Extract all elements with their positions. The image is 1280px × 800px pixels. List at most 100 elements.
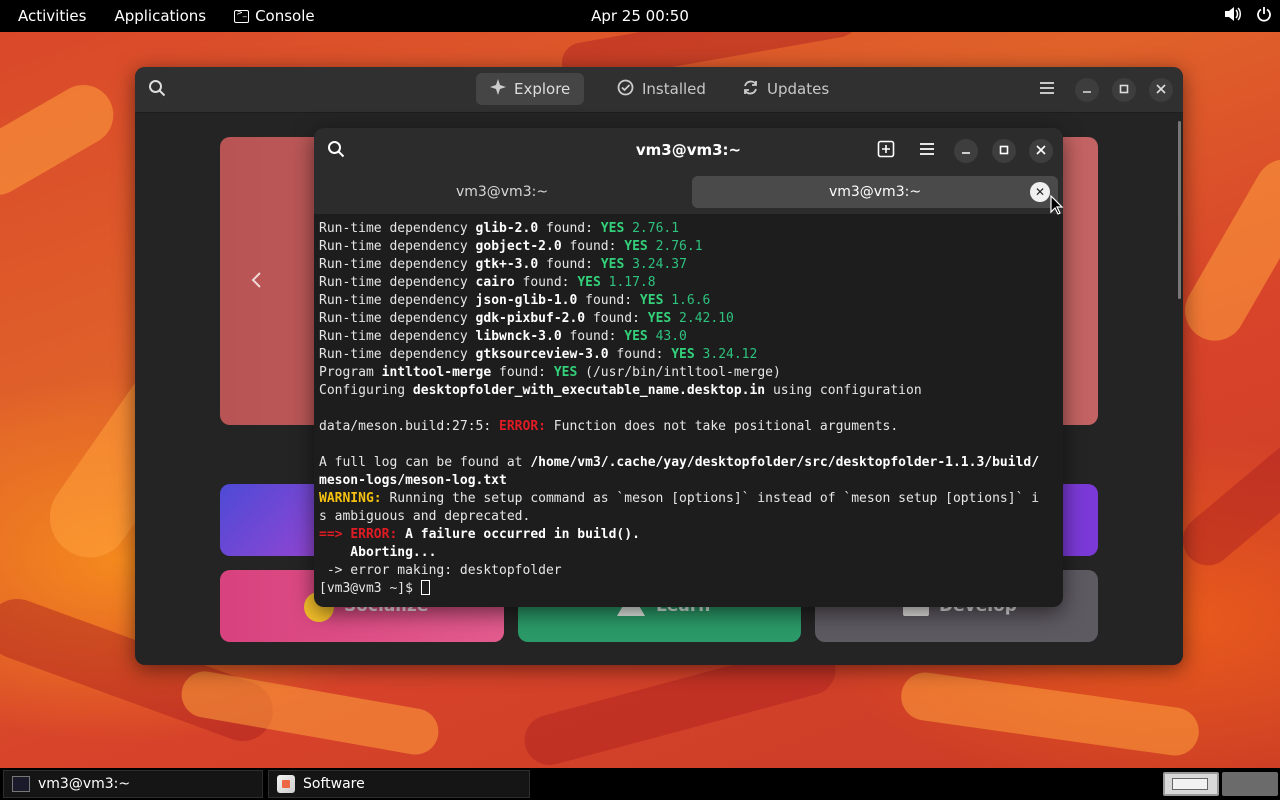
terminal-text-segment: ERROR: [499, 419, 546, 434]
tab-explore[interactable]: Explore [476, 73, 585, 105]
terminal-line: Run-time dependency glib-2.0 found: YES … [319, 220, 1059, 238]
terminal-line: ==> ERROR: A failure occurred in build()… [319, 526, 1059, 544]
terminal-text-segment: 2.76.1 [647, 239, 703, 254]
terminal-text-segment: YES [577, 275, 601, 290]
terminal-text-segment: WARNING: [319, 491, 382, 506]
terminal-line: A full log can be found at /home/vm3/.ca… [319, 454, 1059, 472]
new-tab-icon [877, 140, 895, 162]
terminal-text-segment: cairo [475, 275, 515, 290]
console-app-menu[interactable]: Console [220, 0, 329, 32]
terminal-line: meson-logs/meson-log.txt [319, 472, 1059, 490]
terminal-text-segment: 3.24.12 [694, 347, 758, 362]
terminal-text-segment: found: [491, 365, 554, 380]
terminal-line: -> error making: desktopfolder [319, 562, 1059, 580]
terminal-line: [vm3@vm3 ~]$ [319, 580, 1059, 598]
applications-label: Applications [114, 7, 207, 25]
power-icon[interactable] [1256, 6, 1272, 26]
terminal-maximize-button[interactable] [992, 139, 1016, 163]
terminal-text-segment: YES [600, 221, 625, 236]
terminal-text-segment: found: [538, 221, 601, 236]
console-label: Console [255, 7, 315, 25]
terminal-text-segment: gtk+-3.0 [475, 257, 539, 272]
refresh-icon [742, 79, 759, 100]
close-button[interactable] [1149, 78, 1173, 102]
terminal-text-segment: A failure occurred in build(). [397, 527, 640, 542]
minimize-icon [1082, 83, 1092, 98]
terminal-text-segment: -> error making: desktopfolder [319, 563, 562, 578]
terminal-text-segment: A full log can be found at [319, 455, 531, 470]
taskbar-item-software[interactable]: Software [268, 770, 530, 798]
terminal-text-segment: Run-time dependency [319, 275, 476, 290]
terminal-line: s ambiguous and deprecated. [319, 508, 1059, 526]
terminal-output[interactable]: Run-time dependency glib-2.0 found: YES … [319, 220, 1059, 598]
terminal-text-segment: desktopfolder_with_executable_name.deskt… [412, 383, 766, 398]
terminal-text-segment: Run-time dependency [319, 257, 476, 272]
terminal-title: vm3@vm3:~ [635, 141, 742, 159]
terminal-text-segment: YES [553, 365, 578, 380]
terminal-text-segment: (/usr/bin/intltool-merge) [577, 365, 781, 380]
clock-label[interactable]: Apr 25 00:50 [591, 7, 689, 25]
terminal-icon [12, 776, 30, 792]
workspace-2[interactable] [1222, 772, 1278, 796]
maximize-button[interactable] [1112, 78, 1136, 102]
terminal-line: Configuring desktopfolder_with_executabl… [319, 382, 1059, 400]
tab-close-button[interactable]: ✕ [1030, 182, 1050, 202]
top-bar: Activities Applications Console Apr 25 0… [0, 0, 1280, 32]
tab-updates-label: Updates [767, 80, 830, 98]
terminal-line: WARNING: Running the setup command as `m… [319, 490, 1059, 508]
minimize-button[interactable] [1075, 78, 1099, 102]
tab-installed[interactable]: Installed [603, 73, 720, 105]
tab-updates[interactable]: Updates [728, 73, 843, 105]
volume-icon[interactable] [1224, 6, 1242, 26]
applications-menu[interactable]: Applications [100, 0, 220, 32]
terminal-line: data/meson.build:27:5: ERROR: Function d… [319, 418, 1059, 436]
terminal-text-segment: ==> [319, 527, 351, 542]
bottom-panel: vm3@vm3:~ Software [0, 768, 1280, 800]
tab-explore-label: Explore [514, 80, 571, 98]
terminal-text-segment: found: [561, 329, 625, 344]
terminal-close-button[interactable] [1029, 139, 1053, 163]
terminal-tab-2[interactable]: vm3@vm3:~ ✕ [692, 176, 1058, 208]
search-button[interactable] [145, 78, 169, 102]
close-icon: ✕ [1034, 185, 1046, 199]
terminal-text-segment: found: [585, 311, 648, 326]
terminal-line: Run-time dependency gobject-2.0 found: Y… [319, 238, 1059, 256]
terminal-text-segment: YES [624, 329, 648, 344]
terminal-line: Run-time dependency libwnck-3.0 found: Y… [319, 328, 1059, 346]
terminal-text-segment: 1.6.6 [663, 293, 711, 308]
new-tab-button[interactable] [874, 139, 898, 163]
hamburger-menu-icon [919, 142, 935, 160]
terminal-text-segment: 3.24.37 [624, 257, 687, 272]
terminal-text-segment: Run-time dependency [319, 329, 476, 344]
terminal-line: Run-time dependency gdk-pixbuf-2.0 found… [319, 310, 1059, 328]
terminal-text-segment: 2.76.1 [624, 221, 680, 236]
terminal-tab-1[interactable]: vm3@vm3:~ [318, 176, 686, 208]
maximize-icon [1119, 83, 1129, 98]
terminal-line: Run-time dependency json-glib-1.0 found:… [319, 292, 1059, 310]
terminal-text-segment: 2.42.10 [671, 311, 734, 326]
carousel-previous-button[interactable] [250, 271, 264, 293]
terminal-text-segment: 43.0 [647, 329, 687, 344]
software-bag-icon [277, 775, 295, 793]
taskbar-item-terminal[interactable]: vm3@vm3:~ [3, 770, 263, 798]
terminal-cursor [420, 580, 430, 595]
terminal-minimize-button[interactable] [954, 139, 978, 163]
main-menu-button[interactable] [1035, 78, 1059, 102]
terminal-menu-button[interactable] [915, 139, 939, 163]
terminal-text-segment: using configuration [765, 383, 922, 398]
maximize-icon [999, 143, 1009, 159]
terminal-text-segment: /home/vm3/.cache/yay/desktopfolder/src/d… [530, 455, 1040, 470]
terminal-text-segment: found: [538, 257, 601, 272]
activities-button[interactable]: Activities [0, 0, 100, 32]
workspace-1[interactable] [1163, 772, 1219, 796]
terminal-text-segment: Run-time dependency [319, 347, 476, 362]
terminal-text-segment: YES [639, 293, 664, 308]
scrollbar[interactable] [1178, 121, 1181, 299]
terminal-text-segment: YES [647, 311, 672, 326]
terminal-line: Run-time dependency gtk+-3.0 found: YES … [319, 256, 1059, 274]
terminal-text-segment: 1.17.8 [600, 275, 656, 290]
minimize-icon [961, 143, 971, 159]
terminal-text-segment: Running the setup command as `meson [opt… [381, 491, 1040, 506]
terminal-text-segment: meson-logs/meson-log.txt [319, 473, 507, 488]
terminal-text-segment: gdk-pixbuf-2.0 [475, 311, 586, 326]
